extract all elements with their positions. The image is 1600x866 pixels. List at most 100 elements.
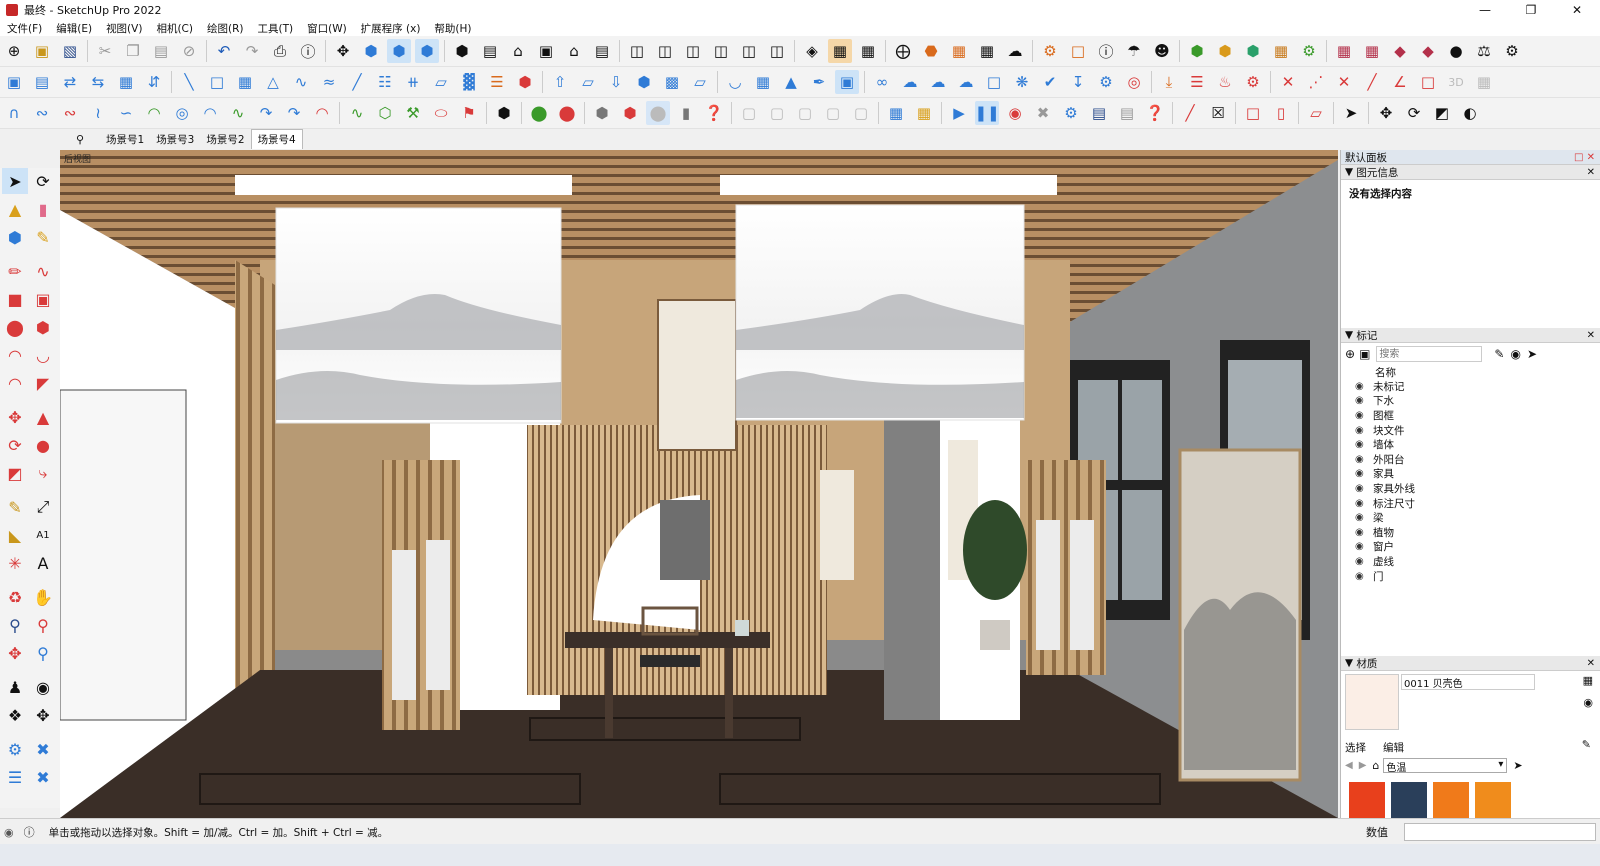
move-icon[interactable]: ✥ (1374, 101, 1398, 125)
shaded-textures-icon[interactable]: ◫ (737, 39, 761, 63)
menu-tools[interactable]: 工具(T) (250, 21, 300, 36)
top-view-icon[interactable]: ⬢ (387, 39, 411, 63)
polygon-tool-icon[interactable]: ⬢ (30, 314, 56, 340)
skew-icon[interactable]: ▱ (688, 70, 712, 94)
grayed-3-icon[interactable]: ▢ (793, 101, 817, 125)
add-tag-icon[interactable]: ⊕ (1345, 347, 1355, 361)
red-arrow-box-icon[interactable]: ⬢ (618, 101, 642, 125)
material-swatch[interactable] (1433, 782, 1469, 818)
section-plane-icon[interactable]: ◈ (800, 39, 824, 63)
polyline-icon[interactable]: ∿ (345, 101, 369, 125)
back-icon[interactable]: ◀ (1345, 760, 1353, 771)
iso-view-icon[interactable]: ⬢ (359, 39, 383, 63)
eye-icon[interactable]: ◉ (1355, 381, 1373, 392)
curve-3-icon[interactable]: ∾ (58, 101, 82, 125)
eye-icon[interactable]: ◉ (1355, 541, 1373, 552)
bracket-icon[interactable]: ▯ (1269, 101, 1293, 125)
rectangle-icon[interactable]: ■ (2, 286, 28, 312)
cross-icon[interactable]: ✕ (1332, 70, 1356, 94)
warehouse-icon[interactable]: ▣ (534, 39, 558, 63)
plugin-cube-green-icon[interactable]: ⬢ (1185, 39, 1209, 63)
follow-me-icon[interactable]: ● (30, 432, 56, 458)
menu-view[interactable]: 视图(V) (99, 21, 149, 36)
extension-settings-icon[interactable]: ⚙ (1038, 39, 1062, 63)
tag-row[interactable]: ◉ 标注尺寸 (1341, 496, 1600, 511)
tag-row[interactable]: ◉ 植物 (1341, 525, 1600, 540)
molecule-icon[interactable]: ❋ (1010, 70, 1034, 94)
rotated-rect-icon[interactable]: ▣ (30, 286, 56, 312)
details-arrow-icon[interactable]: ➤ (1527, 347, 1537, 361)
model-info-icon[interactable]: ⓘ (296, 39, 320, 63)
arc-red-icon[interactable]: ◠ (310, 101, 334, 125)
wireframe-icon[interactable]: ◫ (653, 39, 677, 63)
eye-icon[interactable]: ◉ (1355, 439, 1373, 450)
export-icon[interactable]: ▤ (30, 70, 54, 94)
menu-extensions[interactable]: 扩展程序 (x) (354, 21, 428, 36)
print-icon[interactable]: ⎙ (268, 39, 292, 63)
spiral-icon[interactable]: ◎ (170, 101, 194, 125)
red-blob-icon[interactable]: ⬤ (555, 101, 579, 125)
cylinder-icon[interactable]: ▮ (674, 101, 698, 125)
grayed-1-icon[interactable]: ▢ (737, 101, 761, 125)
plugin-wheel-icon[interactable]: ⚙ (1500, 39, 1524, 63)
eyedropper-icon[interactable]: ✎ (1582, 738, 1591, 751)
dotted-grid-icon[interactable]: ☷ (373, 70, 397, 94)
redo-icon[interactable]: ↷ (240, 39, 264, 63)
arc-3pt-icon[interactable]: ◠ (2, 370, 28, 396)
cart-icon[interactable]: ☂ (1122, 39, 1146, 63)
curve-icon[interactable]: ∿ (289, 70, 313, 94)
flip-edge-icon[interactable]: ✖ (30, 764, 56, 790)
record-icon[interactable]: ◉ (1003, 101, 1027, 125)
tag-row[interactable]: ◉ 窗户 (1341, 540, 1600, 555)
menu-help[interactable]: 帮助(H) (427, 21, 478, 36)
city-icon[interactable]: ▦ (947, 39, 971, 63)
add-folder-icon[interactable]: ▣ (1359, 347, 1370, 361)
paste-icon[interactable]: ▤ (149, 39, 173, 63)
line-tool-icon[interactable]: ╲ (177, 70, 201, 94)
plugin-shape-icon[interactable]: ◆ (1416, 39, 1440, 63)
erase-selection-icon[interactable]: ⊘ (177, 39, 201, 63)
sphere-icon[interactable]: ⬤ (646, 101, 670, 125)
corner-box-icon[interactable]: □ (1241, 101, 1265, 125)
monochrome-icon[interactable]: ◫ (765, 39, 789, 63)
settings-blue-icon[interactable]: ⚙ (1059, 101, 1083, 125)
hook-icon[interactable]: ↷ (254, 101, 278, 125)
curve-5-icon[interactable]: ∽ (114, 101, 138, 125)
plugin-scale-icon[interactable]: ⚖ (1472, 39, 1496, 63)
scene-tab-3[interactable]: 场景号3 (150, 130, 200, 149)
axes-icon[interactable]: ✳ (2, 550, 28, 576)
green-blob-icon[interactable]: ⬤ (527, 101, 551, 125)
square-pin-icon[interactable]: □ (982, 70, 1006, 94)
close-icon[interactable]: ✕ (1554, 0, 1600, 20)
tag-row[interactable]: ◉ 家具外线 (1341, 481, 1600, 496)
material-name-field[interactable]: 0011 贝壳色 (1401, 674, 1535, 690)
info-icon[interactable]: ⓘ (24, 824, 35, 840)
plugin-arrow-icon[interactable]: ◆ (1388, 39, 1412, 63)
text-tool-icon[interactable]: A1 (30, 522, 56, 548)
curve-1-icon[interactable]: ∩ (2, 101, 26, 125)
protractor-icon[interactable]: ◣ (2, 522, 28, 548)
dashes-icon[interactable]: ◉ (1510, 347, 1520, 361)
add-location-icon[interactable]: ⨁ (891, 39, 915, 63)
tag-row[interactable]: ◉ 未标记 (1341, 379, 1600, 394)
monitor-gray-icon[interactable]: ▤ (1115, 101, 1139, 125)
freehand-icon[interactable]: ∿ (30, 258, 56, 284)
help-icon[interactable]: ❓ (1143, 101, 1167, 125)
offset-icon[interactable]: ⤷ (30, 460, 56, 486)
maximize-icon[interactable]: ❐ (1508, 0, 1554, 20)
copy-icon[interactable]: ❐ (121, 39, 145, 63)
layers-icon[interactable]: ☰ (485, 70, 509, 94)
tag-row[interactable]: ◉ 墙体 (1341, 437, 1600, 452)
tape-measure-icon[interactable]: ✎ (2, 494, 28, 520)
plugin-helmet-icon[interactable]: ● (1444, 39, 1468, 63)
tag-tool-icon[interactable]: ✎ (30, 224, 56, 250)
zoom-window-icon[interactable]: ⚲ (30, 612, 56, 638)
section-display-icon[interactable]: ▦ (828, 39, 852, 63)
drape-icon[interactable]: ☰ (2, 764, 28, 790)
panel-tilt-icon[interactable]: ▱ (576, 70, 600, 94)
plugin-panel-icon[interactable]: ▦ (1332, 39, 1356, 63)
slash-tool-icon[interactable]: ⧺ (401, 70, 425, 94)
diagonal-icon[interactable]: ╱ (345, 70, 369, 94)
menu-draw[interactable]: 绘图(R) (200, 21, 251, 36)
grayed-5-icon[interactable]: ▢ (849, 101, 873, 125)
